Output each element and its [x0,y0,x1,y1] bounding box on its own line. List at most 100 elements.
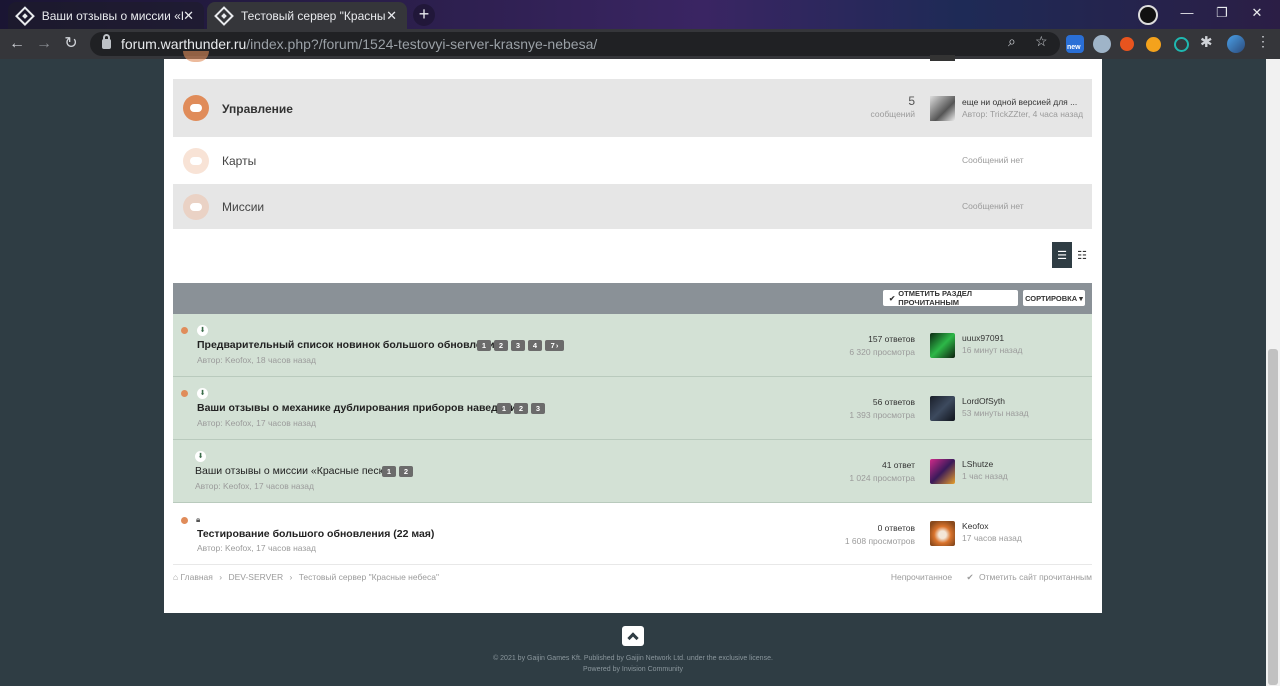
topic-row[interactable]: ⬇ Ваши отзывы о механике дублирования пр… [173,377,1092,440]
new-tab-button[interactable]: + [413,4,435,26]
mark-site-read-link[interactable]: Отметить сайт прочитанным [979,572,1092,582]
lock-icon: 🔒︎ [196,515,201,524]
back-arrow-icon[interactable]: ← [6,33,28,55]
tab-close-icon[interactable]: ✕ [386,8,397,24]
chrome-menu-icon[interactable]: ⋮ [1256,33,1270,50]
subforum-row[interactable]: Управление 5 сообщений еще ни одной верс… [173,79,1092,137]
subforum-title[interactable]: Управление [222,102,293,116]
footer-copyright: © 2021 by Gaijin Games Kft. Published by… [493,655,773,662]
window-close-icon[interactable]: ✕ [1234,0,1280,29]
last-post-time: 17 часов назад [962,533,1022,543]
lock-icon [102,34,111,49]
views-count: 1 393 просмотра [849,410,915,420]
last-post-title[interactable]: еще ни одной версией для ... [962,97,1077,107]
extension-link-icon[interactable] [1174,37,1189,52]
last-poster-avatar[interactable] [930,521,955,546]
bookmark-star-icon[interactable]: ☆ [1035,33,1048,50]
reload-icon[interactable]: ↻ [60,33,82,55]
address-bar[interactable]: forum.warthunder.ru/index.php?/forum/152… [90,32,1060,56]
views-count: 6 320 просмотра [849,347,915,357]
no-posts-label: Сообщений нет [962,201,1024,211]
page-link[interactable]: 1 [477,340,491,351]
topic-pagination: 1 2 [382,466,413,477]
topic-title[interactable]: Ваши отзывы о механике дублирования приб… [197,402,523,414]
extension-globe-icon[interactable] [1093,35,1111,53]
forum-chat-icon [183,148,209,174]
topic-pagination: 1 2 3 4 7 › [477,340,564,351]
subforum-title[interactable]: Карты [222,154,256,168]
profile-avatar[interactable] [1227,35,1245,53]
last-poster-name[interactable]: uuux97091 [962,333,1004,343]
browser-tab-2[interactable]: Тестовый сервер "Красные небеса" ✕ [207,2,407,29]
browser-tab-1[interactable]: Ваши отзывы о миссии «Красные пески» ✕ [8,2,204,29]
footer-powered[interactable]: Powered by Invision Community [0,666,1266,673]
page-scrollbar[interactable] [1266,59,1280,686]
table-view-icon[interactable]: ☰ [1052,242,1072,268]
page-link[interactable]: 3 [531,403,545,414]
chevron-up-icon [627,632,639,644]
views-count: 1 608 просмотров [844,536,915,546]
topic-title[interactable]: Предварительный список новинок большого … [197,339,501,351]
forum-page: Управление 5 сообщений еще ни одной верс… [164,51,1102,613]
breadcrumb-dev-server[interactable]: DEV-SERVER [228,572,283,582]
unread-content-link[interactable]: Непрочитанное [891,572,952,582]
subforum-row[interactable]: Миссии Сообщений нет [173,184,1092,229]
tab-title: Тестовый сервер "Красные небеса" [241,8,386,23]
extension-play-icon[interactable] [1146,37,1161,52]
page-link[interactable]: 4 [528,340,542,351]
page-link[interactable]: 2 [399,466,413,477]
last-poster-name[interactable]: LShutze [962,459,993,469]
caret-down-icon: ▾ [1079,293,1083,303]
extension-new-icon[interactable]: new [1066,35,1084,53]
warthunder-favicon-icon [15,5,35,26]
mark-forum-read-button[interactable]: ✔ Отметить раздел прочитанным [883,289,1018,307]
media-profile-icon[interactable] [1138,5,1158,25]
list-view-icon[interactable]: ☷ [1072,242,1092,268]
topic-title[interactable]: Тестирование большого обновления (22 мая… [197,528,434,540]
topic-row[interactable]: ⬇ Ваши отзывы о миссии «Красные пески» 1… [173,440,1092,503]
topic-author: Автор: Keofox, 17 часов назад [197,418,316,428]
page-link[interactable]: 2 [494,340,508,351]
url-path: /index.php?/forum/1524-testovyi-server-k… [246,36,598,52]
scrollbar-thumb[interactable] [1268,349,1278,685]
subforum-title[interactable]: Миссии [222,200,264,214]
subforum-row[interactable]: Карты Сообщений нет [173,138,1092,183]
last-poster-name[interactable]: Keofox [962,521,988,531]
replies-count: 41 ответ [881,460,915,470]
extension-fire-icon[interactable] [1120,37,1134,51]
page-link-last[interactable]: 7 › [545,340,564,351]
topic-row[interactable]: 🔒︎ Тестирование большого обновления (22 … [173,503,1092,565]
last-post-time: 1 час назад [962,471,1008,481]
page-link[interactable]: 3 [511,340,525,351]
zoom-icon[interactable]: ⌕ [1008,33,1016,50]
pin-icon: ⬇ [195,451,206,462]
check-icon: ✔ [966,572,974,582]
forward-arrow-icon[interactable]: → [33,33,55,55]
topic-row[interactable]: ⬇ Предварительный список новинок большог… [173,314,1092,377]
last-post-time: 53 минуты назад [962,408,1029,418]
topic-stats: 157 ответов 6 320 просмотра [849,334,915,357]
unread-dot-icon [181,390,188,397]
last-poster-avatar[interactable] [930,459,955,484]
page-link[interactable]: 2 [514,403,528,414]
extensions-puzzle-icon[interactable]: ✱ [1200,33,1213,51]
check-icon: ✔ [889,293,896,303]
forum-icon-partial [183,51,209,62]
last-poster-avatar[interactable] [930,96,955,121]
sort-button[interactable]: Сортировка ▾ [1023,290,1085,306]
topic-title[interactable]: Ваши отзывы о миссии «Красные пески» [195,465,395,477]
topic-author: Автор: Keofox, 18 часов назад [197,355,316,365]
last-poster-avatar[interactable] [930,333,955,358]
back-to-top-button[interactable] [622,626,644,646]
breadcrumb-current[interactable]: Тестовый сервер "Красные небеса" [299,572,439,582]
last-poster-avatar[interactable] [930,396,955,421]
last-poster-name[interactable]: LordOfSyth [962,396,1005,406]
tab-close-icon[interactable]: ✕ [183,8,194,24]
unread-dot-icon [181,517,188,524]
page-link[interactable]: 1 [382,466,396,477]
page-link[interactable]: 1 [497,403,511,414]
breadcrumb-home[interactable]: Главная [181,572,213,582]
tab-title: Ваши отзывы о миссии «Красные пески» [41,8,183,23]
replies-count: 56 ответов [872,397,915,407]
topic-author: Автор: Keofox, 17 часов назад [197,543,316,553]
